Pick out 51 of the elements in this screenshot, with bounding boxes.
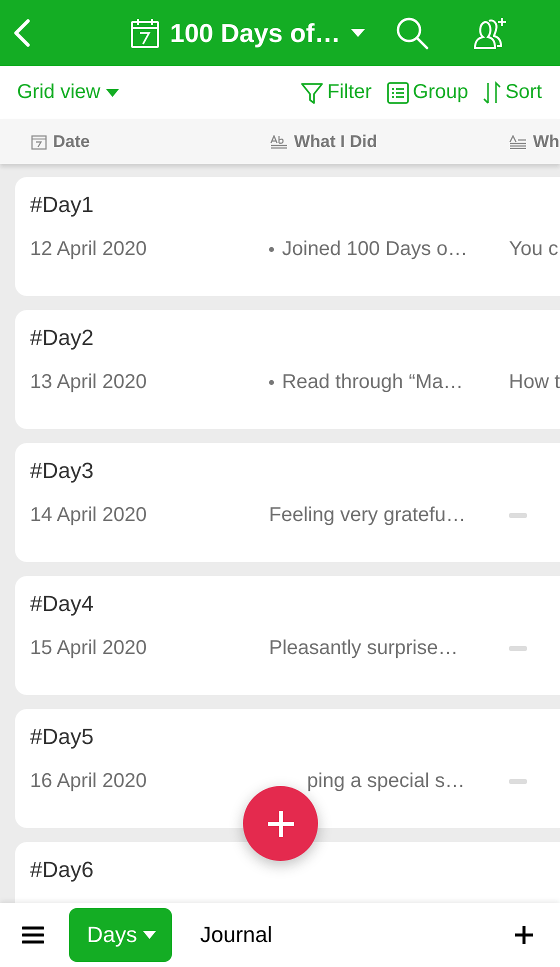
sort-icon <box>482 80 502 104</box>
base-title[interactable]: 100 Days of… <box>170 18 341 48</box>
long-text-icon <box>509 134 527 148</box>
cell-text: Pleasantly surprise… <box>269 637 458 659</box>
cell-text: You c <box>509 238 558 260</box>
cell-text: Feeling very gratefu… <box>269 504 466 526</box>
menu-icon[interactable] <box>22 926 44 944</box>
cell-text: ping a special s… <box>307 770 465 792</box>
record-title: #Day4 <box>30 591 95 618</box>
cell-text: 15 April 2020 <box>30 637 147 659</box>
list-icon <box>386 80 410 104</box>
record-title: #Day3 <box>30 458 95 485</box>
cell-text: Joined 100 Days o… <box>269 238 468 260</box>
record-card[interactable]: #Day2 13 April 2020 Read through “Ma… How t <box>15 310 560 429</box>
record-title: #Day6 <box>30 857 95 884</box>
sort-button[interactable]: Sort <box>482 80 542 104</box>
search-icon[interactable] <box>394 16 429 50</box>
back-icon[interactable] <box>12 18 32 48</box>
table-tab[interactable]: Days <box>69 908 172 962</box>
record-title: #Day2 <box>30 325 95 352</box>
caret-icon <box>106 88 120 96</box>
caret-icon <box>143 931 156 939</box>
record-card[interactable]: #Day4 15 April 2020 Pleasantly surprise… <box>15 576 560 695</box>
calendar-icon <box>31 134 47 150</box>
record-card[interactable]: #Day1 12 April 2020 Joined 100 Days o… You c <box>15 177 560 296</box>
group-button[interactable]: Group <box>386 80 468 104</box>
empty-value-mark <box>509 513 527 518</box>
caret-icon[interactable] <box>350 28 365 38</box>
plus-icon <box>266 808 296 838</box>
filter-button[interactable]: Filter <box>300 80 372 104</box>
calendar-icon <box>130 17 160 49</box>
cell-text: 16 April 2020 <box>30 770 147 792</box>
record-title: #Day1 <box>30 192 95 219</box>
column-header[interactable]: Wh <box>509 132 560 152</box>
view-switcher[interactable]: Grid view <box>17 81 120 104</box>
add-icon[interactable] <box>514 925 534 945</box>
cell-text: 12 April 2020 <box>30 238 147 260</box>
cell-text: 14 April 2020 <box>30 504 147 526</box>
record-card[interactable]: #Day3 14 April 2020 Feeling very gratefu… <box>15 443 560 562</box>
cell-text: Read through “Ma… <box>268 371 464 393</box>
record-title: #Day5 <box>30 724 95 751</box>
empty-value-mark <box>509 779 527 784</box>
column-header[interactable]: Date <box>31 132 270 152</box>
cell-text: How t <box>508 371 560 393</box>
record-card[interactable]: #Day5 16 April 2020 ping a special s… <box>15 709 560 828</box>
column-header[interactable]: What I Did <box>270 132 509 152</box>
cell-text: 13 April 2020 <box>30 371 147 393</box>
filter-icon <box>300 80 324 104</box>
empty-value-mark <box>509 646 527 652</box>
text-field-icon <box>270 134 288 148</box>
table-tab[interactable]: Journal <box>182 908 288 962</box>
